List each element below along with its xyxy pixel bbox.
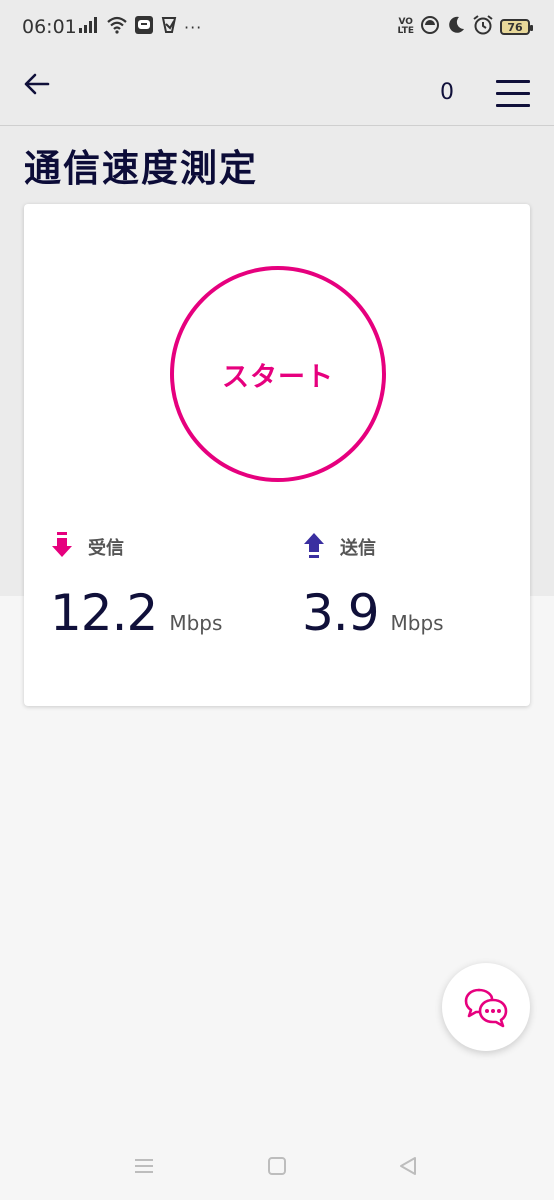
status-right-icons: VO LTE 76	[397, 14, 533, 40]
chat-bubbles-icon	[464, 988, 508, 1028]
more-notifications-icon: ···	[184, 17, 203, 37]
status-time: 06:01	[22, 16, 77, 38]
download-metric: 受信 12.2 Mbps	[50, 532, 280, 642]
back-arrow-icon	[24, 73, 50, 95]
chat-support-button[interactable]	[442, 963, 530, 1051]
back-nav-icon[interactable]	[396, 1154, 420, 1178]
data-saver-icon	[420, 15, 440, 39]
recent-apps-icon[interactable]	[132, 1154, 156, 1178]
download-label: 受信	[88, 538, 124, 559]
upload-value: 3.9	[302, 584, 380, 642]
system-nav-bar	[0, 1140, 554, 1200]
status-bar: 06:01 ··· VO LTE 76	[0, 0, 554, 58]
upload-label: 送信	[340, 538, 376, 559]
start-button[interactable]: スタート	[170, 266, 386, 482]
cart-count-badge[interactable]: 0	[440, 80, 454, 105]
upload-metric: 送信 3.9 Mbps	[302, 532, 532, 642]
app-header: 0	[0, 58, 554, 126]
page-title: 通信速度測定	[24, 147, 258, 190]
alarm-icon	[472, 14, 494, 40]
download-value: 12.2	[50, 584, 158, 642]
moon-icon	[446, 15, 466, 39]
wifi-icon	[106, 16, 128, 38]
upload-unit: Mbps	[390, 611, 444, 635]
home-icon[interactable]	[265, 1154, 289, 1178]
status-left-icons: ···	[78, 14, 202, 40]
upload-arrow-icon	[302, 530, 326, 564]
screen: 06:01 ··· VO LTE 76 0 通信速度測定 スタート 受信 12.…	[0, 0, 554, 1200]
speed-test-card: スタート 受信 12.2 Mbps 送信 3.9 Mbps	[24, 204, 530, 706]
notification-app-icon	[160, 15, 178, 39]
volte-bottom-text: LTE	[397, 26, 414, 36]
volte-icon: VO LTE	[397, 18, 414, 36]
download-arrow-icon	[50, 530, 74, 564]
back-button[interactable]	[20, 68, 52, 100]
line-app-icon	[134, 15, 154, 39]
signal-icon	[78, 16, 100, 38]
battery-icon: 76	[500, 19, 533, 35]
download-unit: Mbps	[169, 611, 223, 635]
hamburger-menu-icon[interactable]	[496, 76, 530, 110]
